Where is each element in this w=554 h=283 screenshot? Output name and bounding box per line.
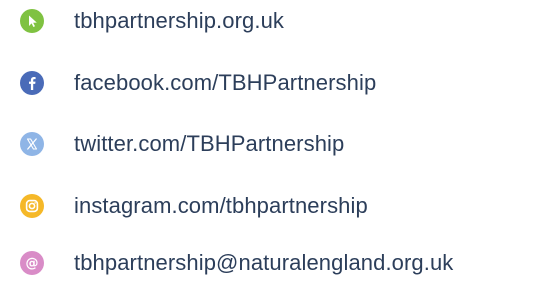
svg-text:@: @: [26, 256, 39, 271]
facebook-link[interactable]: facebook.com/TBHPartnership: [74, 72, 376, 94]
x-twitter-icon: [20, 132, 44, 156]
twitter-link[interactable]: twitter.com/TBHPartnership: [74, 133, 344, 155]
contact-row-instagram[interactable]: instagram.com/tbhpartnership: [20, 186, 368, 226]
at-sign-icon: @: [20, 251, 44, 275]
contact-row-email[interactable]: @ tbhpartnership@naturalengland.org.uk: [20, 243, 453, 283]
email-link[interactable]: tbhpartnership@naturalengland.org.uk: [74, 252, 453, 274]
cursor-arrow-icon: [20, 9, 44, 33]
contact-row-twitter[interactable]: twitter.com/TBHPartnership: [20, 124, 344, 164]
contact-row-website[interactable]: tbhpartnership.org.uk: [20, 1, 284, 41]
facebook-icon: [20, 71, 44, 95]
instagram-link[interactable]: instagram.com/tbhpartnership: [74, 195, 368, 217]
instagram-icon: [20, 194, 44, 218]
website-link[interactable]: tbhpartnership.org.uk: [74, 10, 284, 32]
contact-row-facebook[interactable]: facebook.com/TBHPartnership: [20, 63, 376, 103]
